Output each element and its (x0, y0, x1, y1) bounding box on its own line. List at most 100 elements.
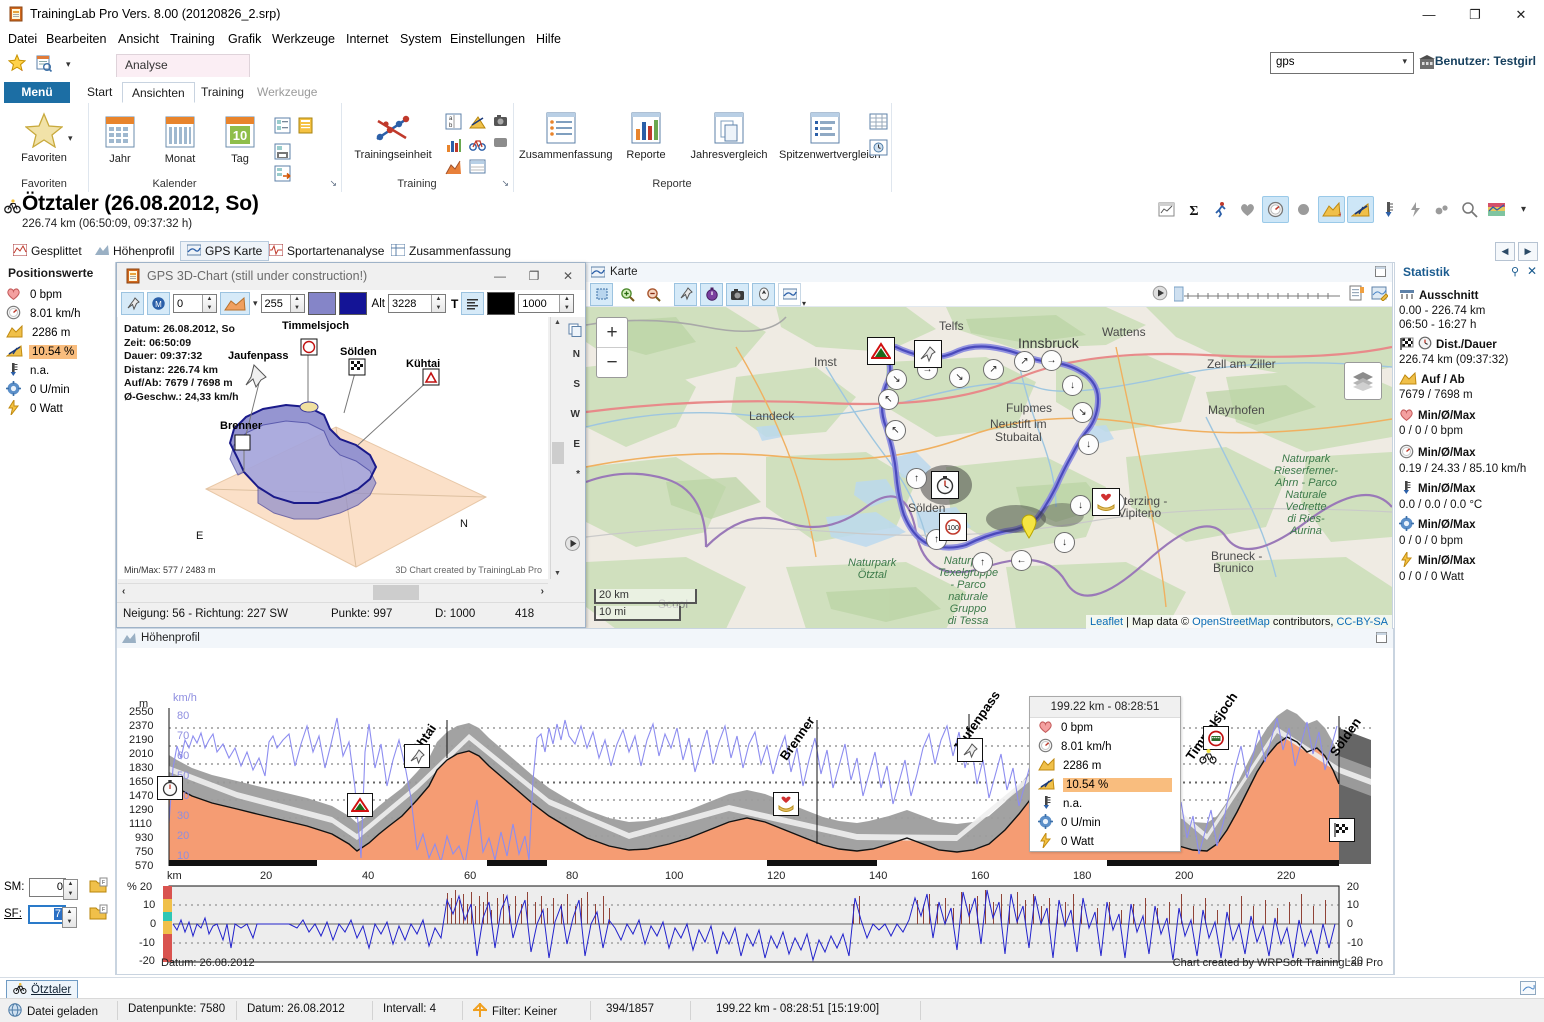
trainingseinheit-button[interactable]: Trainingseinheit (345, 111, 441, 161)
altitude-icon[interactable]: + (1318, 196, 1345, 223)
gps-3d-minimize-button[interactable]: — (483, 263, 517, 289)
sf-folder-icon[interactable]: F (89, 904, 108, 924)
heart-icon[interactable] (1235, 197, 1260, 222)
pushpin-icon[interactable] (674, 283, 697, 306)
zoom-in-area-icon[interactable] (616, 283, 639, 306)
cadence-icon[interactable] (1291, 197, 1316, 222)
datagrid-icon[interactable] (469, 159, 486, 177)
compass-s[interactable]: S (573, 379, 580, 390)
balance-icon[interactable] (1430, 197, 1455, 222)
compass-w[interactable]: W (571, 409, 580, 420)
tab-gps-karte[interactable]: GPS Karte (180, 241, 269, 261)
stopwatch-marker[interactable] (931, 471, 959, 499)
chevron-down-icon[interactable]: ▾ (68, 133, 73, 144)
pushpin-icon[interactable] (121, 292, 144, 315)
copy-icon[interactable] (568, 323, 582, 340)
alt-stepper-buttons[interactable]: ▲▼ (431, 295, 445, 312)
menu-item-bearbeiten[interactable]: Bearbeiten (46, 32, 106, 46)
report-table-icon[interactable] (869, 113, 888, 133)
tag-button[interactable]: 10 Tag (214, 115, 266, 165)
color-swatch-2[interactable] (339, 292, 367, 315)
camera-icon[interactable] (493, 113, 508, 131)
qat-dropdown-icon[interactable]: ▾ (66, 59, 71, 70)
stopwatch-marker[interactable] (157, 776, 183, 800)
map-style-icon[interactable]: ▾ (778, 283, 801, 306)
compass-e[interactable]: E (573, 439, 580, 450)
gps-3d-hscroll[interactable]: ‹ › (118, 583, 548, 601)
sm-stepper[interactable]: 0 ▲▼ (29, 878, 66, 897)
gps-3d-close-button[interactable]: ✕ (551, 263, 585, 289)
runner-icon[interactable] (1208, 197, 1233, 222)
zoom-out-area-icon[interactable] (642, 283, 665, 306)
window-restore-icon[interactable] (1520, 981, 1536, 998)
gps-3d-plot[interactable]: E N Datum: 26.08.2012, So Zeit: 06:50:09… (118, 317, 548, 579)
spitzenwertvergleich-button[interactable]: Spitzenwertvergleich (779, 111, 871, 161)
color-chart-icon[interactable] (1484, 197, 1509, 222)
close-icon[interactable]: ✕ (1527, 264, 1537, 278)
osm-link[interactable]: OpenStreetMap (1192, 616, 1270, 628)
play-icon[interactable] (564, 535, 581, 555)
alt-stepper[interactable]: 3228 ▲▼ (388, 294, 446, 313)
minimize-button[interactable]: — (1406, 0, 1452, 29)
value2-stepper-buttons[interactable]: ▲▼ (290, 295, 304, 312)
export-note-icon[interactable] (1348, 285, 1365, 304)
scroll-up-arrow[interactable]: ▲ (554, 319, 561, 326)
finish-marker[interactable] (1329, 818, 1355, 842)
value3-stepper[interactable]: 1000 ▲▼ (518, 294, 574, 313)
scroll-left-arrow[interactable]: ‹ (122, 586, 125, 597)
favorites-star-icon[interactable]: . (8, 54, 26, 75)
heart-marker[interactable] (773, 792, 799, 816)
map-zoom-out-button[interactable]: − (597, 348, 627, 377)
gps-3d-maximize-button[interactable]: ❐ (517, 263, 551, 289)
chevron-down-icon[interactable]: ▾ (1511, 197, 1536, 222)
camera-icon[interactable] (726, 283, 749, 306)
warning-marker[interactable] (347, 793, 373, 817)
hscroll-thumb[interactable] (373, 585, 419, 600)
ribbon-tab-menu[interactable]: Menü (4, 82, 70, 103)
menu-item-grafik[interactable]: Grafik (228, 32, 261, 46)
map-panel-restore-icon[interactable] (1375, 266, 1386, 280)
sm-folder-icon[interactable]: F (89, 877, 108, 897)
gps-3d-vscroll[interactable]: ▲ ▼ (550, 317, 565, 579)
power-icon[interactable] (1403, 197, 1428, 222)
scroll-right-arrow[interactable]: › (541, 586, 544, 597)
ribbon-tab-ansichten[interactable]: Ansichten (122, 82, 195, 103)
align-icon[interactable] (461, 292, 484, 315)
menu-item-einstellungen[interactable]: Einstellungen (450, 32, 525, 46)
speed-marker[interactable]: 100 (939, 513, 967, 541)
color-swatch-1[interactable] (308, 292, 336, 315)
current-position-pin[interactable] (1020, 513, 1038, 542)
sm-stepper-buttons[interactable]: ▲▼ (63, 879, 78, 900)
tab-gesplittet[interactable]: Gesplittet (6, 241, 89, 261)
scroll-down-arrow[interactable]: ▼ (554, 570, 561, 577)
menu-item-internet[interactable]: Internet (346, 32, 388, 46)
hoehenprofil-chart[interactable]: Ötztaler (117, 648, 1393, 974)
text-tool-icon[interactable]: T (451, 297, 458, 311)
value1-stepper[interactable]: 0 ▲▼ (173, 294, 217, 313)
pushpin-marker-2[interactable] (957, 738, 983, 762)
map-slider[interactable] (1174, 285, 1342, 303)
bicycle-icon[interactable] (469, 136, 486, 154)
close-button[interactable]: ✕ (1498, 0, 1544, 29)
reporte-button[interactable]: Reporte (613, 111, 679, 161)
value3-stepper-buttons[interactable]: ▲▼ (559, 295, 573, 312)
ribbon-tab-start[interactable]: Start (78, 82, 121, 103)
tab-hoehenprofil[interactable]: Höhenprofil (88, 241, 181, 261)
sigma-icon[interactable]: Σ (1181, 197, 1206, 222)
value1-stepper-buttons[interactable]: ▲▼ (202, 295, 216, 312)
gradient-icon[interactable] (1347, 196, 1374, 223)
temperature-icon[interactable] (1376, 197, 1401, 222)
gradient-chart-icon[interactable] (469, 113, 486, 133)
compass-star[interactable]: * (576, 469, 580, 480)
menu-item-ansicht[interactable]: Ansicht (118, 32, 159, 46)
altitude-chart-icon[interactable] (445, 159, 462, 179)
table-view-icon[interactable]: ab (445, 113, 462, 133)
calendar-list-icon[interactable] (274, 117, 291, 137)
speed-gauge-icon[interactable] (1262, 196, 1289, 223)
ribbon-tab-werkzeuge[interactable]: Werkzeuge (248, 82, 326, 103)
pushpin-marker[interactable] (404, 744, 430, 768)
zoom-icon[interactable] (1457, 197, 1482, 222)
sf-stepper[interactable]: 7 ▲▼ (28, 905, 66, 924)
profile-icon[interactable] (220, 292, 250, 315)
tab-sportartenanalyse[interactable]: Sportartenanalyse (262, 241, 391, 261)
